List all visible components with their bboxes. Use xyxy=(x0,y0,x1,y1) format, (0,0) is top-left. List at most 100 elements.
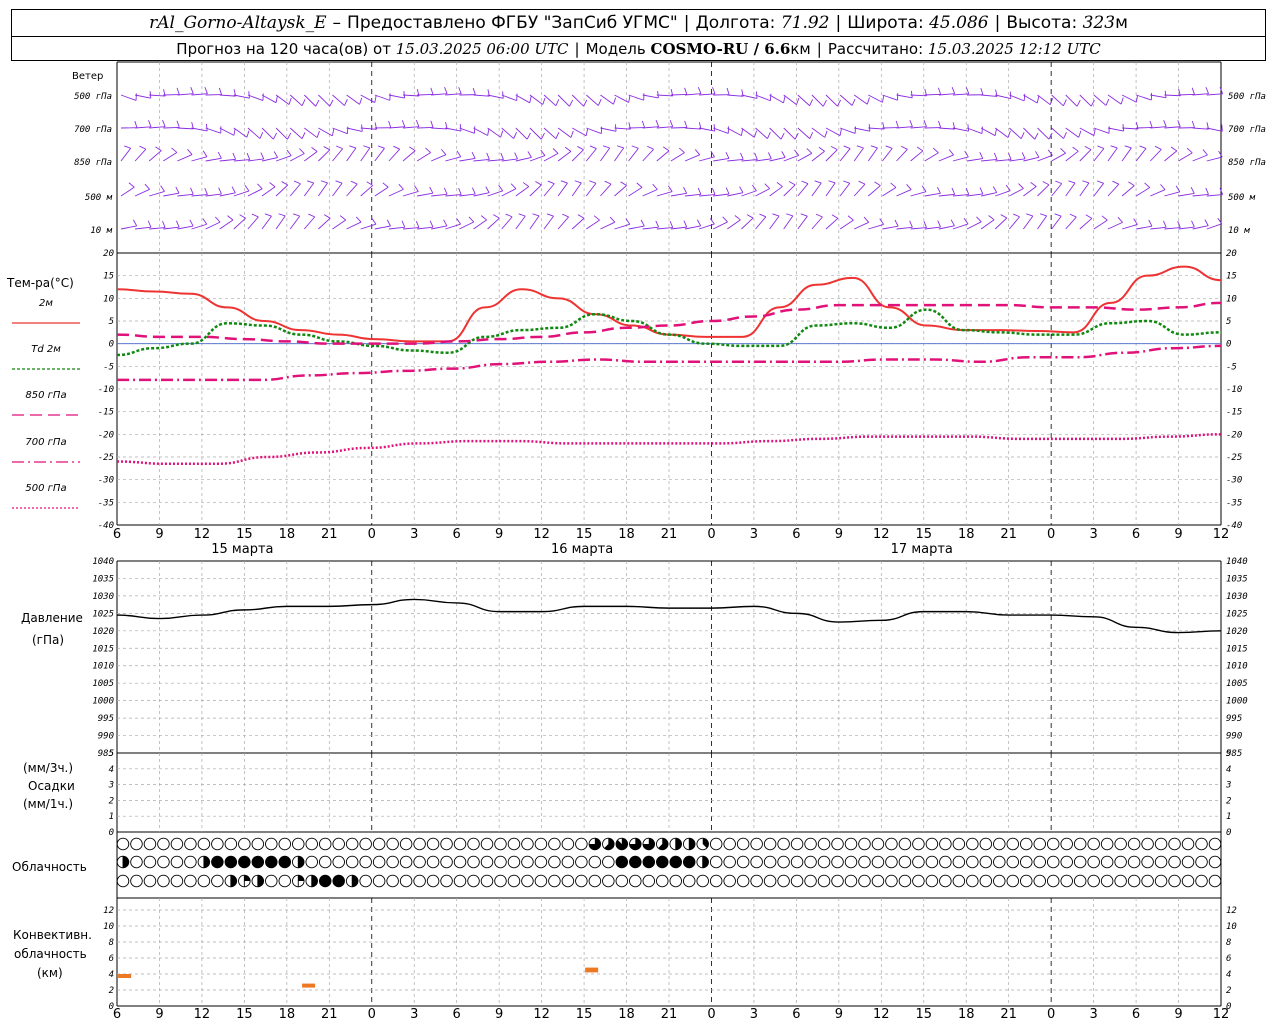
cloud-symbol xyxy=(1073,874,1087,888)
wind-barb-flag xyxy=(1026,213,1033,217)
wind-barb-flag xyxy=(175,220,180,228)
cloud-symbol xyxy=(265,837,278,851)
wind-barb-staff xyxy=(1065,127,1079,138)
wind-barb-flag xyxy=(910,90,913,98)
cloud-symbol xyxy=(709,874,723,888)
wind-barb-flag xyxy=(800,213,808,217)
wind-barb-staff xyxy=(346,147,357,162)
bottom-xtick: 18 xyxy=(958,1007,975,1022)
wind-barb-flag xyxy=(866,97,870,105)
wind-barb-staff xyxy=(191,93,208,96)
cloud-symbol xyxy=(413,855,426,869)
wind-barb-flag xyxy=(655,120,660,127)
wind-barb-flag xyxy=(1175,185,1181,193)
wind-barb-staff xyxy=(1178,93,1195,96)
wind-barb-flag xyxy=(976,216,982,223)
wind-barb-staff xyxy=(642,126,659,129)
wind-barb-flag xyxy=(900,145,908,150)
conv-ytick-right: 8 xyxy=(1226,938,1231,948)
wind-barb-flag xyxy=(1124,145,1132,149)
wind-barb-flag xyxy=(616,145,624,149)
temp-xtick: 0 xyxy=(368,527,376,542)
wind-barb-staff xyxy=(219,219,234,230)
wind-barb-staff xyxy=(473,158,490,162)
wind-barb-staff xyxy=(981,159,998,162)
cloud-symbol xyxy=(952,874,966,888)
temp-ytick-left: 20 xyxy=(103,249,114,259)
cloud-symbol xyxy=(1141,837,1154,851)
temp-ytick-left: -20 xyxy=(98,430,114,440)
cloud-symbol xyxy=(858,874,871,888)
cloud-symbol xyxy=(534,855,548,869)
cloud-symbol xyxy=(1020,855,1033,869)
cloud-symbol xyxy=(197,837,211,851)
wind-barb-staff xyxy=(642,148,654,162)
wind-barb-flag xyxy=(306,180,314,184)
cloud-symbol xyxy=(817,837,831,851)
wind-barb-staff xyxy=(924,192,941,197)
wind-barb-staff xyxy=(459,127,475,134)
wind-barb-staff xyxy=(205,193,222,197)
bottom-xtick: 6 xyxy=(113,1007,121,1022)
wind-barb-staff xyxy=(727,158,744,162)
wind-barb-staff xyxy=(839,219,854,230)
temp-xtick: 9 xyxy=(835,527,843,542)
cloud-symbol xyxy=(1087,855,1100,869)
cloud-symbol-fill xyxy=(683,856,696,868)
wind-barb-flag xyxy=(909,120,913,127)
cloud-title: Облачность xyxy=(12,860,87,874)
wind-barb-staff xyxy=(868,94,883,103)
wind-barb-flag xyxy=(335,180,343,184)
wind-barb-staff xyxy=(402,191,419,197)
wind-barb-flag xyxy=(155,146,162,151)
wind-barb-flag xyxy=(1160,184,1166,190)
temp-ytick-right: 15 xyxy=(1226,272,1237,282)
cloud-symbol xyxy=(507,837,521,851)
wind-barb-staff xyxy=(205,127,221,134)
wind-barb-flag xyxy=(851,98,856,106)
cloud-symbol xyxy=(305,837,318,851)
wind-barb-staff xyxy=(713,127,729,134)
wind-barb-staff xyxy=(868,185,881,197)
wind-barb-flag xyxy=(339,215,346,221)
wind-barb-staff xyxy=(1009,158,1026,162)
wind-barb-staff xyxy=(1051,127,1064,139)
wind-barb-staff xyxy=(445,127,462,132)
wind-barb-staff xyxy=(247,188,263,197)
bottom-xtick: 9 xyxy=(495,1007,503,1022)
cloud-symbol xyxy=(318,837,332,851)
wind-barb-staff xyxy=(586,219,600,230)
wind-barb-flag xyxy=(577,146,584,151)
cloud-symbol-fill xyxy=(675,838,682,850)
temp-ytick-right: -25 xyxy=(1226,453,1242,463)
wind-barb-staff xyxy=(1122,127,1139,130)
pressure-ytick-right: 1025 xyxy=(1226,609,1248,619)
wind-barb-staff xyxy=(247,158,264,162)
cloud-symbol xyxy=(359,837,372,851)
cloud-symbol xyxy=(1020,837,1033,851)
wind-barb-staff xyxy=(938,127,955,130)
temp-ytick-left: -15 xyxy=(98,408,114,418)
wind-barb-staff xyxy=(304,127,318,138)
wind-barb-flag xyxy=(916,146,924,152)
wind-barb-flag xyxy=(1202,149,1208,156)
wind-barb-staff xyxy=(515,215,526,230)
cloud-symbol xyxy=(1154,874,1168,888)
temp-xtick: 3 xyxy=(750,527,758,542)
wind-barb-staff xyxy=(755,127,768,139)
wind-barb-staff xyxy=(1037,127,1050,140)
wind-barb-flag xyxy=(1034,132,1039,140)
wind-barb-flag xyxy=(965,87,970,94)
wind-barb-flag xyxy=(1084,145,1092,150)
wind-barb-staff xyxy=(769,127,782,140)
cloud-symbol xyxy=(736,874,750,888)
wind-barb-staff xyxy=(515,157,532,162)
bottom-xtick: 3 xyxy=(1089,1007,1097,1022)
wind-barb-flag xyxy=(794,132,799,140)
wind-barb-flag xyxy=(776,182,783,187)
wind-barb-flag xyxy=(1082,180,1090,184)
cloud-symbol xyxy=(790,874,804,888)
wind-barb-staff xyxy=(1009,94,1025,102)
temp-xtick: 3 xyxy=(1089,527,1097,542)
precip-ytick-left: 2 xyxy=(109,796,114,806)
